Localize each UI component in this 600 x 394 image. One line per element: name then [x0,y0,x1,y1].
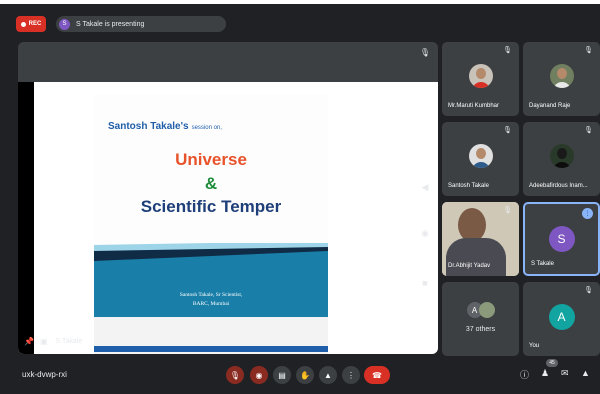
avatar-shirt [471,162,490,168]
presenting-chip[interactable]: S S Takale is presenting [56,16,226,32]
participant-name: S Takale [531,261,554,267]
others-count: 37 others [465,326,496,333]
mic-muted-icon: 🎙 [584,127,593,134]
slide: Santosh Takale's session on, Universe & S… [94,95,328,317]
participant-name: Mr.Maruti Kumbhar [448,103,500,109]
mic-muted-icon: 🎙 [503,207,512,214]
avatar-head [556,148,567,159]
bottom-toolbar: uxk-dvwp-rxi 🎙 ◉ ▤ ✋ ▲ ⋮ ☎ ⓘ 45 ♟ ✉ ▲ [0,356,600,394]
top-bar: REC S S Takale is presenting [0,6,600,36]
info-icon[interactable]: ⓘ [520,368,529,381]
participant-avatar [468,64,493,88]
participant-tile[interactable]: 🎙 Dayanand Raje [523,42,600,116]
presentation-stage: 🎙 Santosh Takale's session on, Universe &… [18,42,438,354]
participant-avatar [468,144,493,168]
meeting-code: uxk-dvwp-rxi [22,370,67,379]
slide-footer: Santosh Takale, Sr Scientist, BARC, Mumb… [94,291,328,309]
avatar-shirt [552,162,571,168]
people-icon[interactable]: ♟ [541,368,549,379]
participant-name: Dayanand Raje [529,103,571,109]
chat-icon[interactable]: ✉ [561,368,569,379]
avatar-shirt [471,82,490,88]
mic-muted-icon: 🎙 [419,48,430,57]
camera-off-button[interactable]: ◉ [250,366,268,384]
participant-tile-video[interactable]: 🎙 Dr.Abhijit Yadav [442,202,519,276]
mic-muted-icon: 🎙 [584,287,593,294]
participant-name: Adeebafirdous Inam... [529,183,588,189]
recording-label: REC [28,21,42,27]
slide-subtitle-rest: session on, [191,125,222,131]
more-options-button[interactable]: ⋮ [342,366,360,384]
participant-tile[interactable]: 🎙 Santosh Takale [442,122,519,196]
record-dot-icon [20,21,26,27]
participant-name: Santosh Takale [448,183,489,189]
raise-hand-button[interactable]: ✋ [296,366,314,384]
people-count-badge: 45 [546,359,558,367]
stage-footer: 📌 ▣ S Takale [18,328,438,354]
screen-left-edge [18,82,34,354]
shared-screen: Santosh Takale's session on, Universe & S… [18,82,438,354]
participant-name: Dr.Abhijit Yadav [448,263,491,269]
slide-subtitle-name: Santosh Takale's [108,121,189,132]
stop-square-icon[interactable]: ■ [418,278,432,288]
avatar-head [475,148,486,159]
presenter-avatar: S [59,18,70,30]
recording-badge: REC [16,16,46,32]
pin-icon[interactable]: 📌 [24,337,34,346]
avatar-shirt [552,82,571,88]
present-screen-icon: ▣ [39,336,48,346]
back-arrow-icon[interactable]: ◀ [418,182,432,193]
others-avatars: A [466,302,495,318]
mic-muted-icon: 🎙 [584,47,593,54]
captions-button[interactable]: ▤ [273,366,291,384]
avatar-head [556,68,567,79]
slide-title-line2: Scientific Temper [140,197,282,216]
video-body [446,238,506,276]
self-avatar: A [548,304,575,330]
participant-avatar [549,144,574,168]
participant-tile[interactable]: 🎙 Mr.Maruti Kumbhar [442,42,519,116]
others-avatar-photo [478,302,495,318]
mic-muted-icon: 🎙 [503,47,512,54]
screen-side-controls: ◀ ◉ ■ [418,182,432,332]
video-face [458,208,486,242]
stage-presenter-label: S Takale [55,337,83,345]
present-button[interactable]: ▲ [319,366,337,384]
participant-name: You [529,343,540,349]
participant-avatar [549,64,574,88]
activities-icon[interactable]: ▲ [581,368,590,378]
participant-tile[interactable]: 🎙 Adeebafirdous Inam... [523,122,600,196]
window-top-edge [0,0,600,4]
record-circle-icon[interactable]: ◉ [418,228,432,239]
end-call-button[interactable]: ☎ [364,366,390,384]
stage-header: 🎙 [18,42,438,82]
slide-footer-line1: Santosh Takale, Sr Scientist, [179,292,243,298]
participant-tile-active[interactable]: ⋮ S S Takale [523,202,600,276]
avatar-head [475,68,486,79]
speaking-indicator-icon: ⋮ [582,208,593,219]
others-tile[interactable]: A 37 others [442,282,519,356]
slide-title-line1: Universe [175,150,247,169]
participant-avatar: S [548,226,575,252]
slide-subtitle: Santosh Takale's session on, [108,121,222,132]
slide-title-ampersand: & [204,174,218,193]
self-tile[interactable]: 🎙 A You [523,282,600,356]
mic-muted-icon: 🎙 [503,127,512,134]
presenting-text: S Takale is presenting [76,20,145,28]
mic-off-button[interactable]: 🎙 [226,366,244,384]
slide-footer-line2: BARC, Mumbai [192,301,230,307]
